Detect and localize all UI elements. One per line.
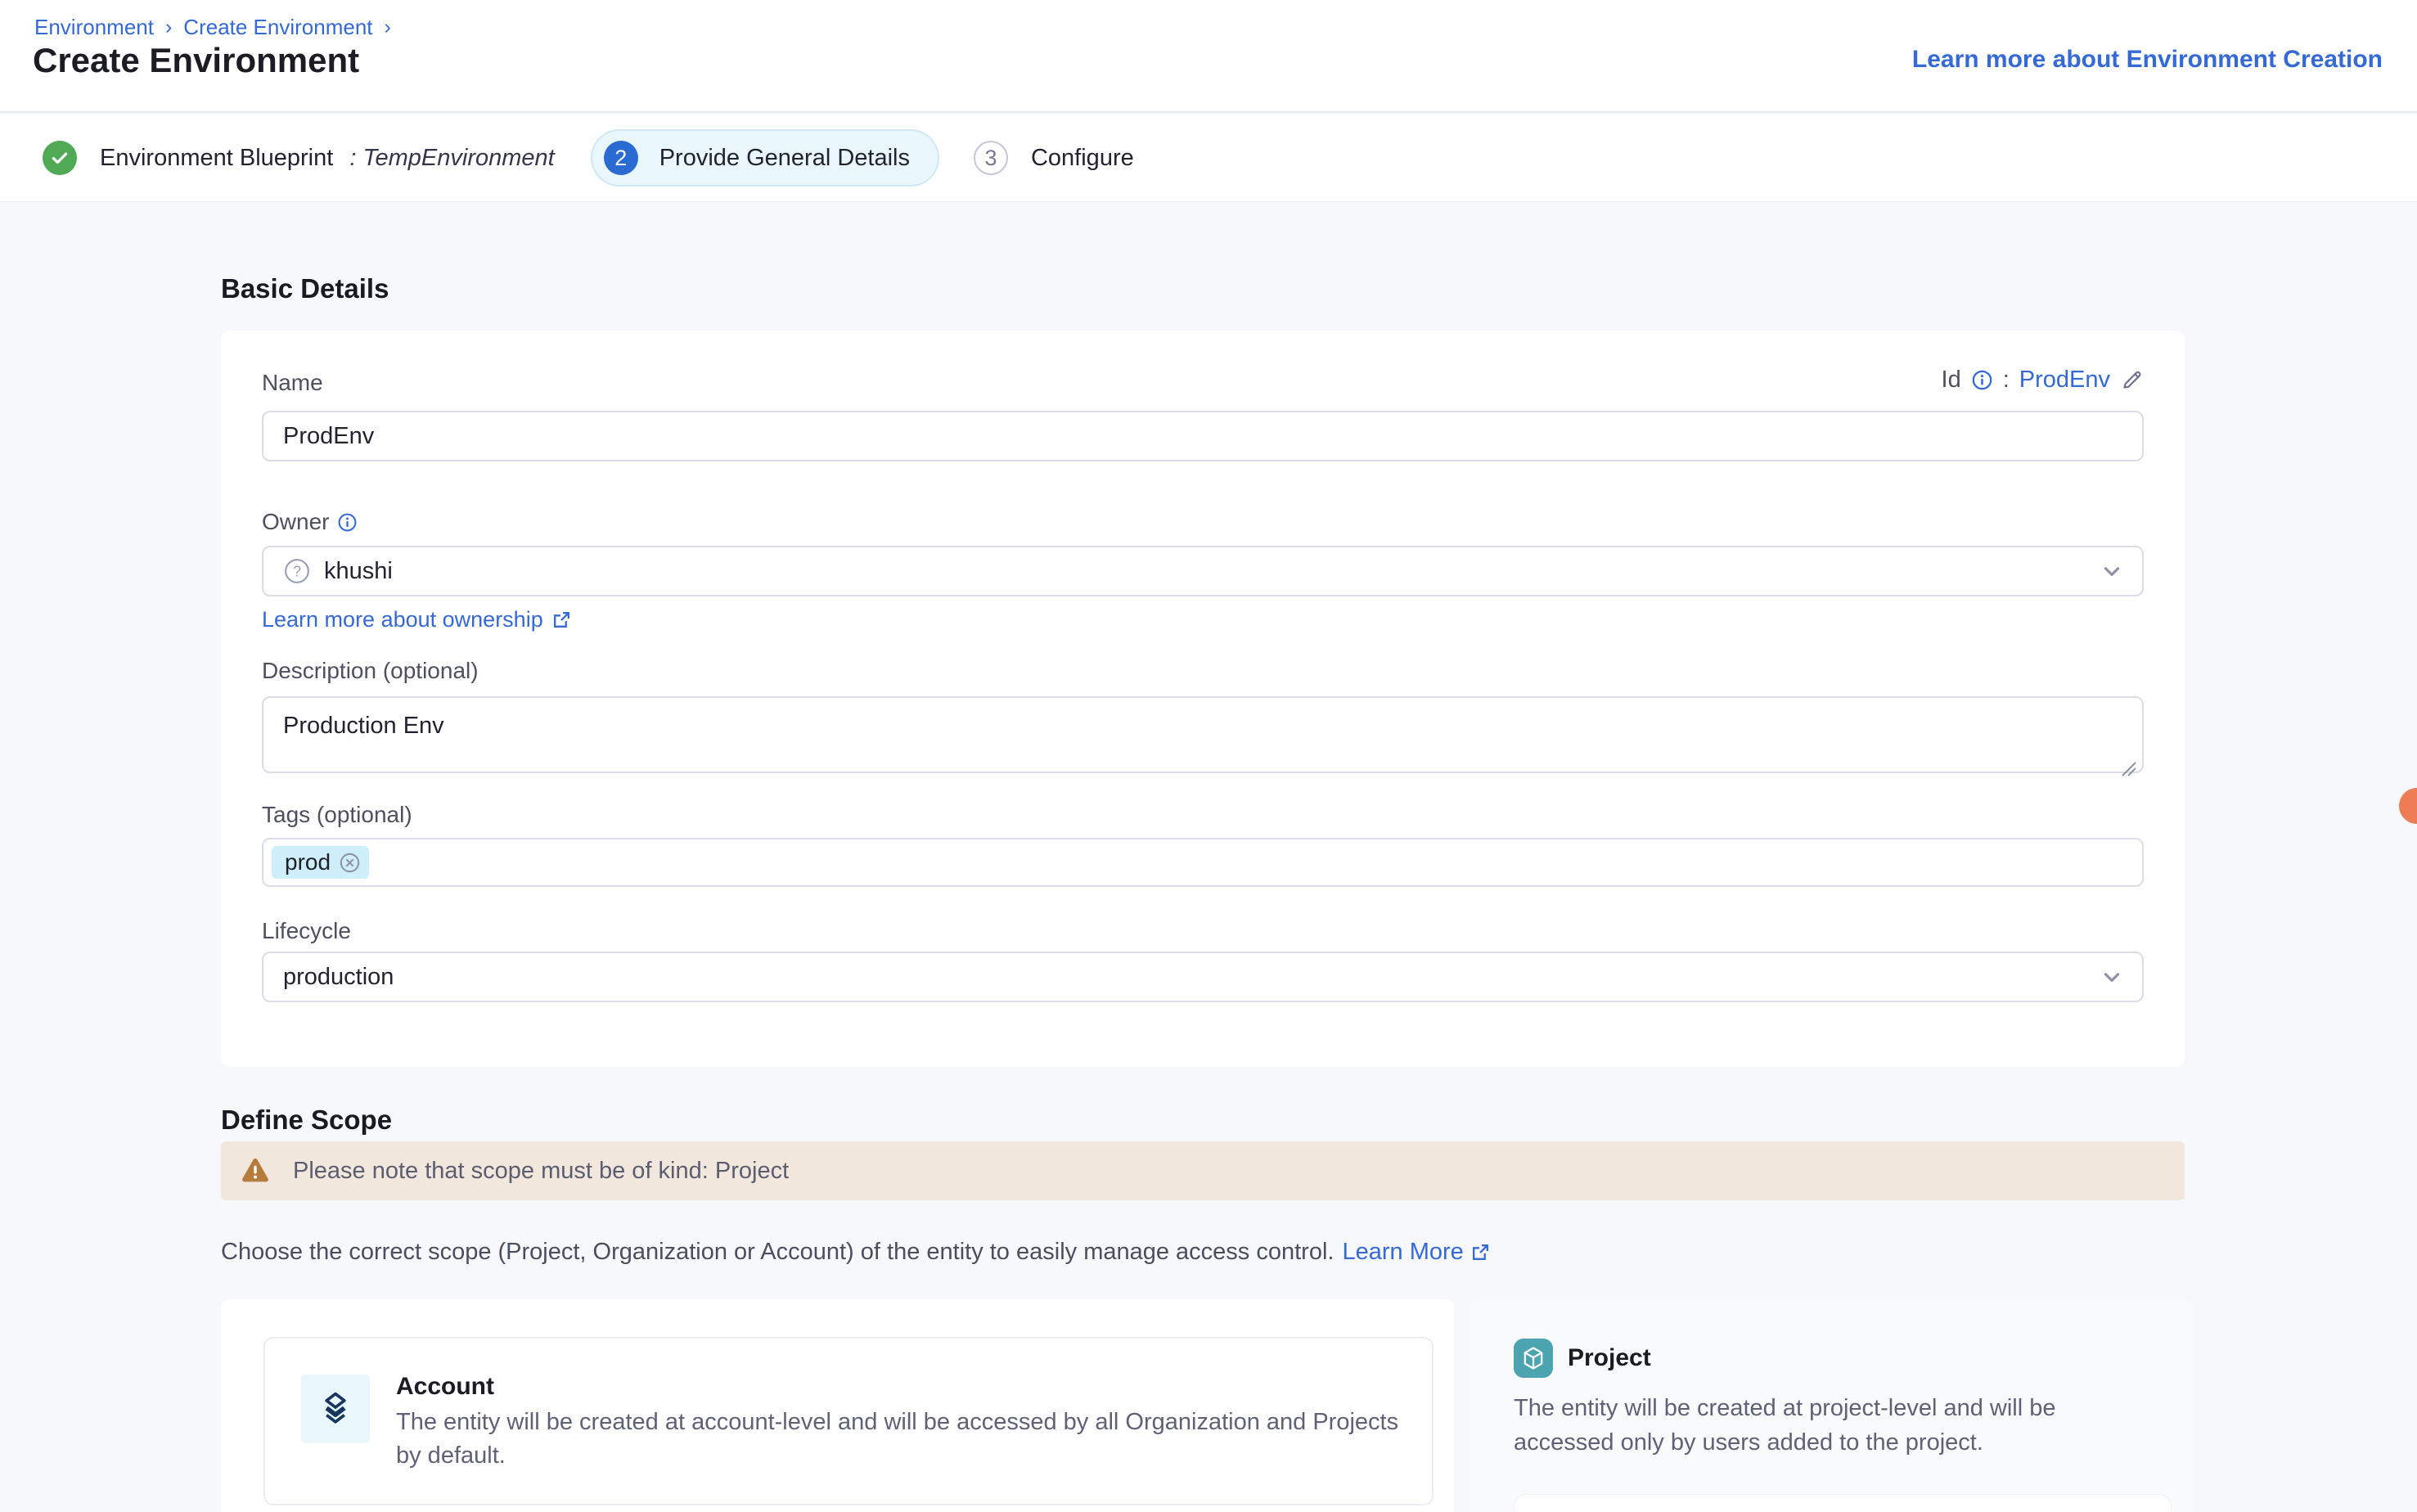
lifecycle-select[interactable]: production bbox=[262, 952, 2144, 1002]
tags-label: Tags (optional) bbox=[262, 802, 412, 828]
owner-info-icon[interactable] bbox=[337, 512, 358, 533]
step-environment-blueprint-value: : TempEnvironment bbox=[349, 145, 554, 172]
wizard-stepper: Environment Blueprint : TempEnvironment … bbox=[0, 115, 2417, 202]
tag-chip-text: prod bbox=[285, 849, 331, 875]
step-provide-general-details[interactable]: 2 Provide General Details bbox=[591, 129, 939, 187]
create-environment-page: Environment › Create Environment › Creat… bbox=[0, 0, 2417, 1512]
id-label: Id bbox=[1942, 367, 1961, 394]
scope-hint: Choose the correct scope (Project, Organ… bbox=[221, 1239, 1491, 1266]
external-link-icon bbox=[1470, 1242, 1491, 1262]
define-scope-heading: Define Scope bbox=[221, 1105, 392, 1136]
scope-account-panel: Account The entity will be created at ac… bbox=[221, 1299, 1454, 1512]
edit-id-icon[interactable] bbox=[2120, 368, 2144, 392]
scope-learn-more-link[interactable]: Learn More bbox=[1342, 1239, 1490, 1266]
description-textarea[interactable]: Production Env bbox=[262, 696, 2144, 773]
help-fab-button[interactable] bbox=[2399, 788, 2417, 824]
cube-icon bbox=[1514, 1339, 1553, 1378]
owner-label-text: Owner bbox=[262, 509, 329, 535]
owner-select[interactable]: ? khushi bbox=[262, 546, 2144, 596]
breadcrumb-separator: › bbox=[165, 16, 172, 39]
breadcrumb: Environment › Create Environment › bbox=[34, 15, 391, 40]
scope-warning-text: Please note that scope must be of kind: … bbox=[293, 1158, 789, 1185]
breadcrumb-environment[interactable]: Environment bbox=[34, 15, 154, 40]
owner-value: khushi bbox=[324, 558, 393, 585]
scope-warning-banner: Please note that scope must be of kind: … bbox=[221, 1141, 2185, 1200]
step-3-badge: 3 bbox=[974, 141, 1008, 175]
owner-label: Owner bbox=[262, 509, 358, 535]
scope-project-panel[interactable]: Project The entity will be created at pr… bbox=[1470, 1299, 2193, 1512]
id-value: ProdEnv bbox=[2019, 367, 2110, 394]
textarea-resize-handle[interactable] bbox=[2119, 759, 2137, 777]
step-provide-general-details-label: Provide General Details bbox=[659, 145, 910, 172]
chevron-down-icon bbox=[2100, 965, 2124, 989]
scope-learn-more-text: Learn More bbox=[1342, 1239, 1463, 1266]
basic-details-card: Name Id : ProdEnv Owner ? khushi bbox=[221, 331, 2185, 1067]
step-environment-blueprint-label[interactable]: Environment Blueprint bbox=[100, 145, 333, 172]
step-completed-check-icon bbox=[43, 141, 77, 175]
learn-more-ownership-text: Learn more about ownership bbox=[262, 607, 543, 632]
project-scope-select[interactable] bbox=[1514, 1494, 2172, 1512]
chevron-down-icon bbox=[2100, 559, 2124, 583]
description-label: Description (optional) bbox=[262, 658, 479, 684]
owner-avatar-question-icon: ? bbox=[283, 557, 311, 585]
scope-account-description: The entity will be created at account-le… bbox=[396, 1406, 1402, 1473]
lifecycle-value: production bbox=[283, 964, 394, 991]
svg-text:?: ? bbox=[293, 563, 301, 579]
page-header: Environment › Create Environment › Creat… bbox=[0, 0, 2417, 113]
remove-tag-icon[interactable] bbox=[339, 852, 361, 874]
warning-triangle-icon bbox=[239, 1154, 272, 1187]
id-info-icon[interactable] bbox=[1971, 369, 1993, 391]
name-input[interactable] bbox=[262, 411, 2144, 461]
scope-project-description: The entity will be created at project-le… bbox=[1514, 1391, 2106, 1460]
id-colon: : bbox=[2003, 367, 2010, 394]
step-2-badge: 2 bbox=[604, 141, 638, 175]
step-configure-label: Configure bbox=[1031, 145, 1134, 172]
learn-more-ownership-link[interactable]: Learn more about ownership bbox=[262, 607, 572, 632]
breadcrumb-create-environment[interactable]: Create Environment bbox=[183, 15, 372, 40]
scope-project-title: Project bbox=[1568, 1344, 1651, 1372]
tags-input[interactable]: prod bbox=[262, 838, 2144, 887]
tag-chip: prod bbox=[272, 846, 369, 879]
basic-details-heading: Basic Details bbox=[221, 273, 389, 304]
scope-hint-text: Choose the correct scope (Project, Organ… bbox=[221, 1239, 1334, 1266]
learn-more-environment-creation-link[interactable]: Learn more about Environment Creation bbox=[1912, 46, 2383, 74]
lifecycle-label: Lifecycle bbox=[262, 918, 351, 944]
name-label: Name bbox=[262, 370, 323, 396]
external-link-icon bbox=[551, 610, 572, 630]
breadcrumb-separator: › bbox=[385, 16, 391, 39]
page-title: Create Environment bbox=[33, 41, 359, 80]
entity-id-row: Id : ProdEnv bbox=[1942, 367, 2144, 394]
step-configure[interactable]: 3 Configure bbox=[974, 141, 1134, 175]
scope-account-card[interactable]: Account The entity will be created at ac… bbox=[263, 1337, 1434, 1505]
layers-icon bbox=[301, 1375, 370, 1443]
scope-account-title: Account bbox=[396, 1373, 494, 1401]
